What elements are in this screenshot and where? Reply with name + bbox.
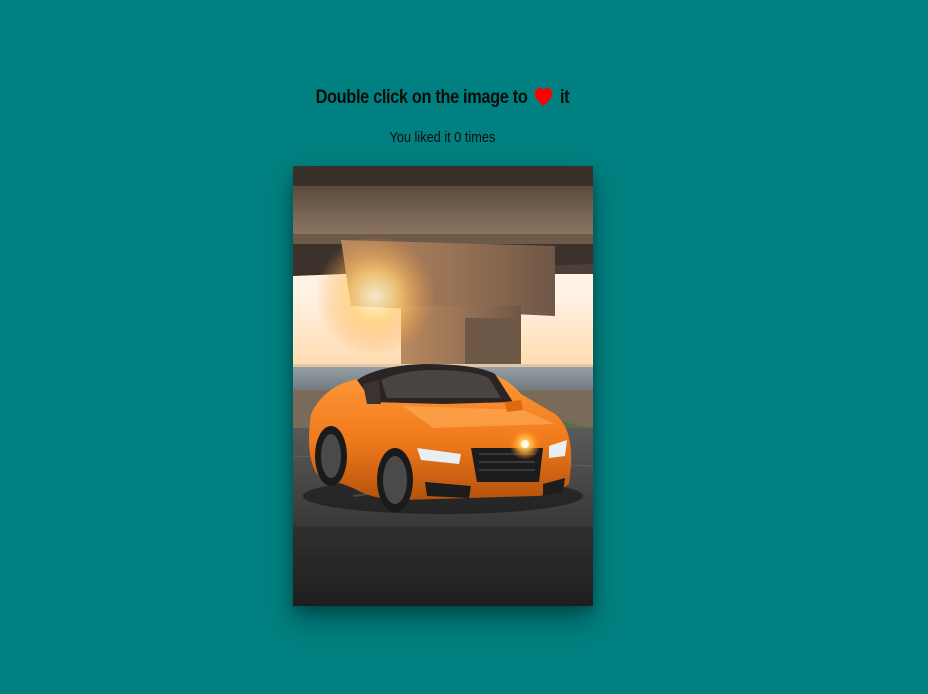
like-image[interactable] <box>293 166 593 606</box>
title-text-start: Double click on the image to <box>315 87 528 108</box>
heart-icon <box>534 87 553 107</box>
like-counter-suffix: times <box>464 130 496 146</box>
title-text-end: it <box>559 87 570 108</box>
car-photo[interactable] <box>293 166 593 606</box>
page-title: Double click on the image to it <box>62 85 823 111</box>
like-counter: You liked it 0 times <box>53 128 832 148</box>
like-count-value: 0 <box>454 130 462 146</box>
like-counter-prefix: You liked it <box>389 130 451 146</box>
